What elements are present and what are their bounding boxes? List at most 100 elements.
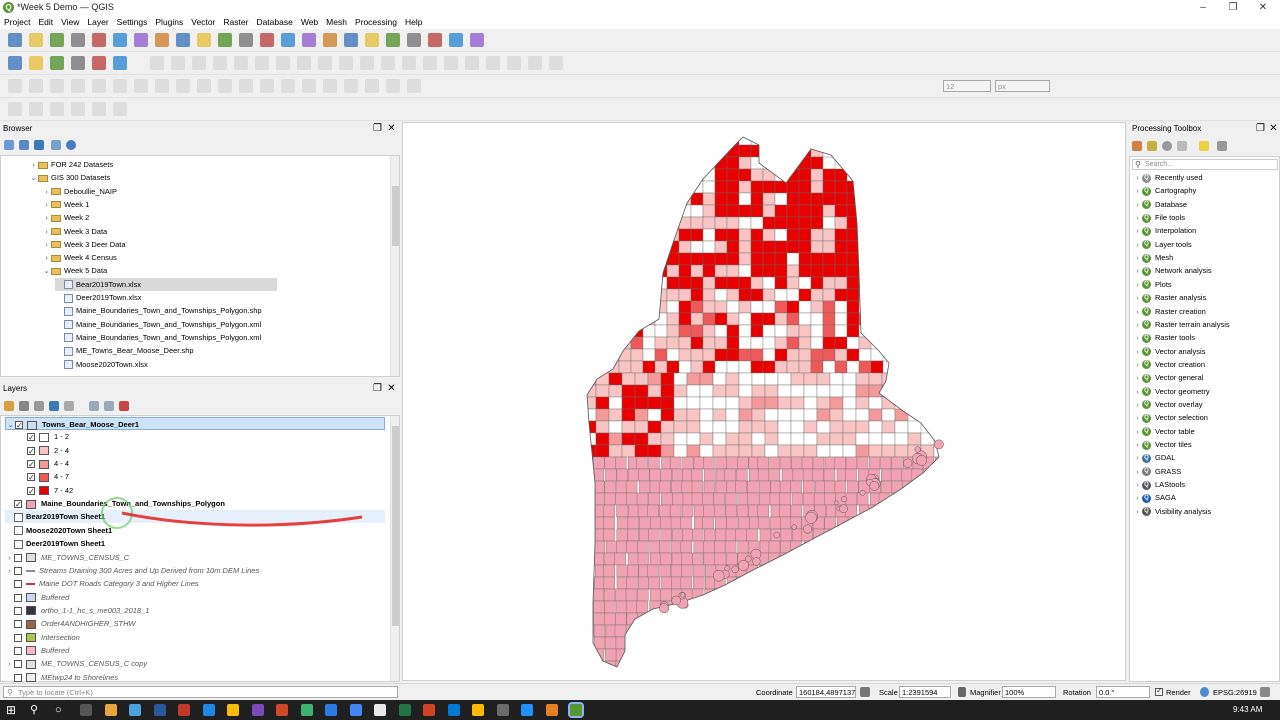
town-polygon[interactable]	[681, 504, 694, 518]
chevron-right-icon[interactable]: ›	[1133, 452, 1142, 465]
town-polygon[interactable]	[842, 384, 857, 398]
town-polygon[interactable]	[666, 324, 680, 338]
town-polygon[interactable]	[816, 396, 831, 410]
town-polygon[interactable]	[855, 432, 870, 446]
town-polygon[interactable]	[712, 384, 727, 398]
processing-group-item[interactable]: › Q File tools	[1133, 211, 1185, 224]
chevron-right-icon[interactable]: ›	[1133, 265, 1142, 278]
town-polygon[interactable]	[672, 492, 684, 506]
town-polygon[interactable]	[690, 240, 704, 254]
town-polygon[interactable]	[786, 192, 800, 206]
messages-icon[interactable]	[1260, 687, 1270, 697]
town-polygon[interactable]	[690, 180, 704, 194]
extents-toggle-icon[interactable]	[860, 687, 870, 697]
town-polygon[interactable]	[786, 180, 800, 194]
town-polygon[interactable]	[647, 504, 660, 518]
town-polygon[interactable]	[834, 276, 848, 290]
town-polygon[interactable]	[595, 408, 610, 422]
town-polygon[interactable]	[829, 396, 844, 410]
menu-settings[interactable]: Settings	[113, 15, 152, 29]
town-polygon[interactable]	[823, 468, 836, 482]
town-polygon[interactable]	[690, 228, 704, 242]
town-polygon[interactable]	[750, 156, 764, 170]
town-polygon[interactable]	[891, 492, 903, 506]
town-polygon[interactable]	[870, 360, 884, 374]
town-polygon[interactable]	[714, 228, 728, 242]
town-polygon[interactable]	[764, 444, 779, 458]
town-polygon[interactable]	[846, 324, 860, 338]
town-polygon[interactable]	[670, 564, 683, 578]
chevron-right-icon[interactable]: ›	[1133, 332, 1142, 345]
town-polygon[interactable]	[777, 396, 792, 410]
layer-item[interactable]: Deer2019Town Sheet1	[5, 537, 105, 550]
taskbar-app-icon[interactable]	[423, 704, 435, 716]
town-polygon[interactable]	[714, 240, 728, 254]
layer-visibility-checkbox[interactable]	[14, 660, 22, 669]
town-polygon[interactable]	[816, 432, 831, 446]
taskbar-app-icon[interactable]	[178, 704, 190, 716]
town-polygon[interactable]	[693, 576, 705, 590]
town-polygon[interactable]	[642, 336, 656, 350]
town-polygon[interactable]	[798, 168, 812, 182]
town-polygon[interactable]	[615, 648, 628, 662]
layer-visibility-checkbox[interactable]	[14, 593, 22, 602]
town-polygon[interactable]	[790, 432, 805, 446]
town-polygon[interactable]	[604, 612, 616, 626]
toolbar-tool-icon[interactable]	[155, 79, 169, 93]
town-polygon[interactable]	[714, 192, 728, 206]
town-polygon[interactable]	[751, 432, 766, 446]
locator-search-input[interactable]: ⚲ Type to locate (Ctrl+K)	[3, 686, 398, 698]
town-polygon[interactable]	[738, 408, 753, 422]
town-polygon[interactable]	[879, 456, 892, 470]
chevron-right-icon[interactable]: ›	[1133, 386, 1142, 399]
town-polygon[interactable]	[682, 456, 694, 470]
processing-group-item[interactable]: › Q Raster analysis	[1133, 291, 1206, 304]
snapping-tolerance-field[interactable]: 12	[943, 80, 991, 92]
map-canvas[interactable]	[402, 122, 1126, 681]
town-polygon[interactable]	[750, 264, 764, 278]
town-polygon[interactable]	[666, 288, 680, 302]
town-polygon[interactable]	[715, 516, 727, 530]
town-polygon[interactable]	[779, 492, 791, 506]
layer-item[interactable]: MEtwp24 to Shorelines	[5, 671, 118, 684]
town-polygon[interactable]	[686, 372, 701, 386]
taskbar-app-icon[interactable]	[545, 704, 558, 716]
layer-visibility-checkbox[interactable]	[27, 471, 35, 484]
town-polygon[interactable]	[691, 528, 704, 542]
toolbar-tool-icon[interactable]	[528, 56, 542, 70]
town-polygon[interactable]	[639, 480, 651, 494]
town-polygon[interactable]	[714, 156, 728, 170]
town-polygon[interactable]	[834, 300, 848, 314]
layer-visibility-checkbox[interactable]	[27, 431, 35, 444]
town-polygon[interactable]	[798, 324, 812, 338]
town-polygon[interactable]	[810, 228, 824, 242]
town-polygon[interactable]	[725, 384, 740, 398]
browser-item[interactable]: Bear2019Town.xlsx	[55, 277, 277, 291]
town-polygon[interactable]	[583, 396, 597, 410]
town-polygon[interactable]	[681, 480, 693, 494]
town-polygon[interactable]	[881, 396, 896, 410]
town-polygon[interactable]	[637, 504, 650, 518]
town-polygon[interactable]	[790, 480, 802, 494]
town-polygon[interactable]	[625, 480, 638, 494]
town-polygon[interactable]	[816, 420, 831, 434]
layer-item[interactable]: Maine DOT Roads Category 3 and Higher Li…	[5, 577, 199, 590]
town-polygon[interactable]	[737, 540, 749, 554]
town-polygon[interactable]	[738, 432, 753, 446]
chevron-right-icon[interactable]: ›	[42, 252, 51, 265]
menu-project[interactable]: Project	[0, 15, 34, 29]
layer-item[interactable]: 4 - 7	[18, 470, 69, 484]
town-polygon[interactable]	[608, 372, 623, 386]
town-polygon[interactable]	[614, 552, 626, 566]
town-polygon[interactable]	[822, 264, 836, 278]
town-polygon[interactable]	[615, 612, 627, 626]
town-polygon[interactable]	[608, 384, 623, 398]
town-polygon[interactable]	[738, 252, 752, 266]
town-polygon[interactable]	[660, 528, 672, 542]
town-polygon[interactable]	[834, 240, 848, 254]
toolbar-tool-icon[interactable]	[465, 56, 479, 70]
town-polygon[interactable]	[762, 360, 776, 374]
town-polygon[interactable]	[626, 540, 638, 554]
town-polygon[interactable]	[608, 420, 623, 434]
town-polygon[interactable]	[803, 480, 815, 494]
